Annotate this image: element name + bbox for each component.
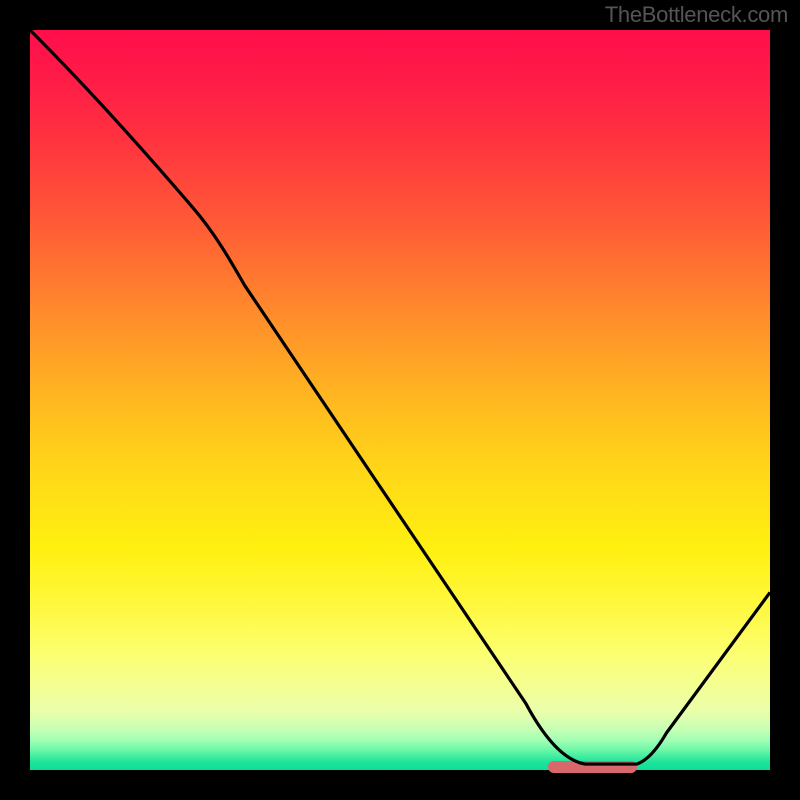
chart-container: TheBottleneck.com: [0, 0, 800, 800]
plot-area: [30, 30, 770, 770]
attribution-text: TheBottleneck.com: [605, 2, 788, 28]
performance-curve: [30, 30, 770, 770]
